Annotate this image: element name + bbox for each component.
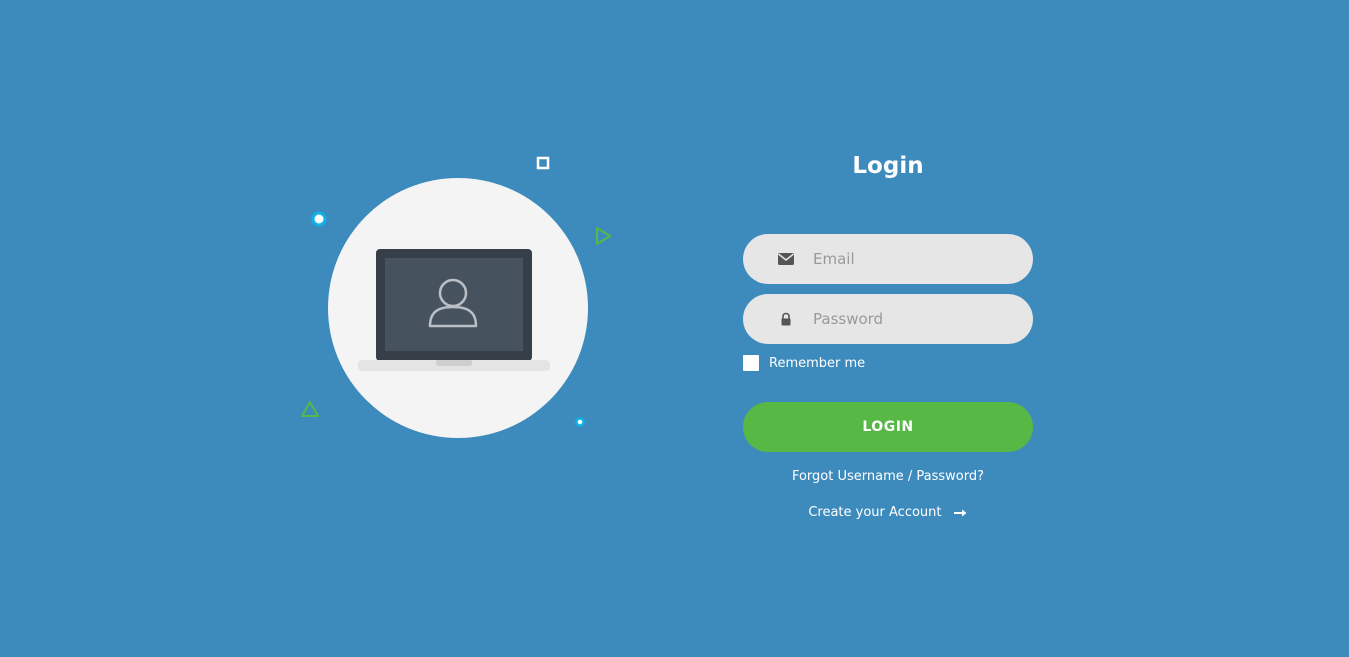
forgot-password-link[interactable]: Forgot Username / Password? (792, 469, 984, 484)
forgot-row: Forgot Username / Password? (743, 468, 1033, 486)
ring-dot-icon (311, 211, 327, 227)
login-title: Login (852, 153, 924, 179)
create-account-row: Create your Account (743, 504, 1033, 522)
remember-me-row: Remember me (743, 354, 1033, 372)
password-field[interactable] (743, 293, 1033, 345)
create-account-link[interactable]: Create your Account (808, 505, 967, 520)
login-form: Login Remember me LOGIN Forgot Username … (743, 148, 1033, 522)
envelope-icon (778, 253, 794, 265)
create-account-label: Create your Account (808, 505, 942, 520)
login-page: Login Remember me LOGIN Forgot Username … (0, 0, 1349, 657)
email-field[interactable] (743, 233, 1033, 285)
remember-me-checkbox[interactable] (743, 355, 759, 371)
email-input[interactable] (811, 233, 1015, 285)
long-arrow-right-icon (953, 509, 967, 516)
play-triangle-icon (596, 227, 611, 245)
login-button[interactable]: LOGIN (743, 402, 1033, 452)
remember-me-label[interactable]: Remember me (769, 356, 865, 371)
login-illustration (296, 150, 616, 450)
laptop-user-icon (358, 249, 550, 371)
lock-icon (781, 312, 791, 326)
square-outline-icon (536, 156, 550, 170)
small-dot-icon (575, 417, 585, 427)
password-input[interactable] (811, 293, 1015, 345)
triangle-outline-icon (301, 401, 319, 417)
